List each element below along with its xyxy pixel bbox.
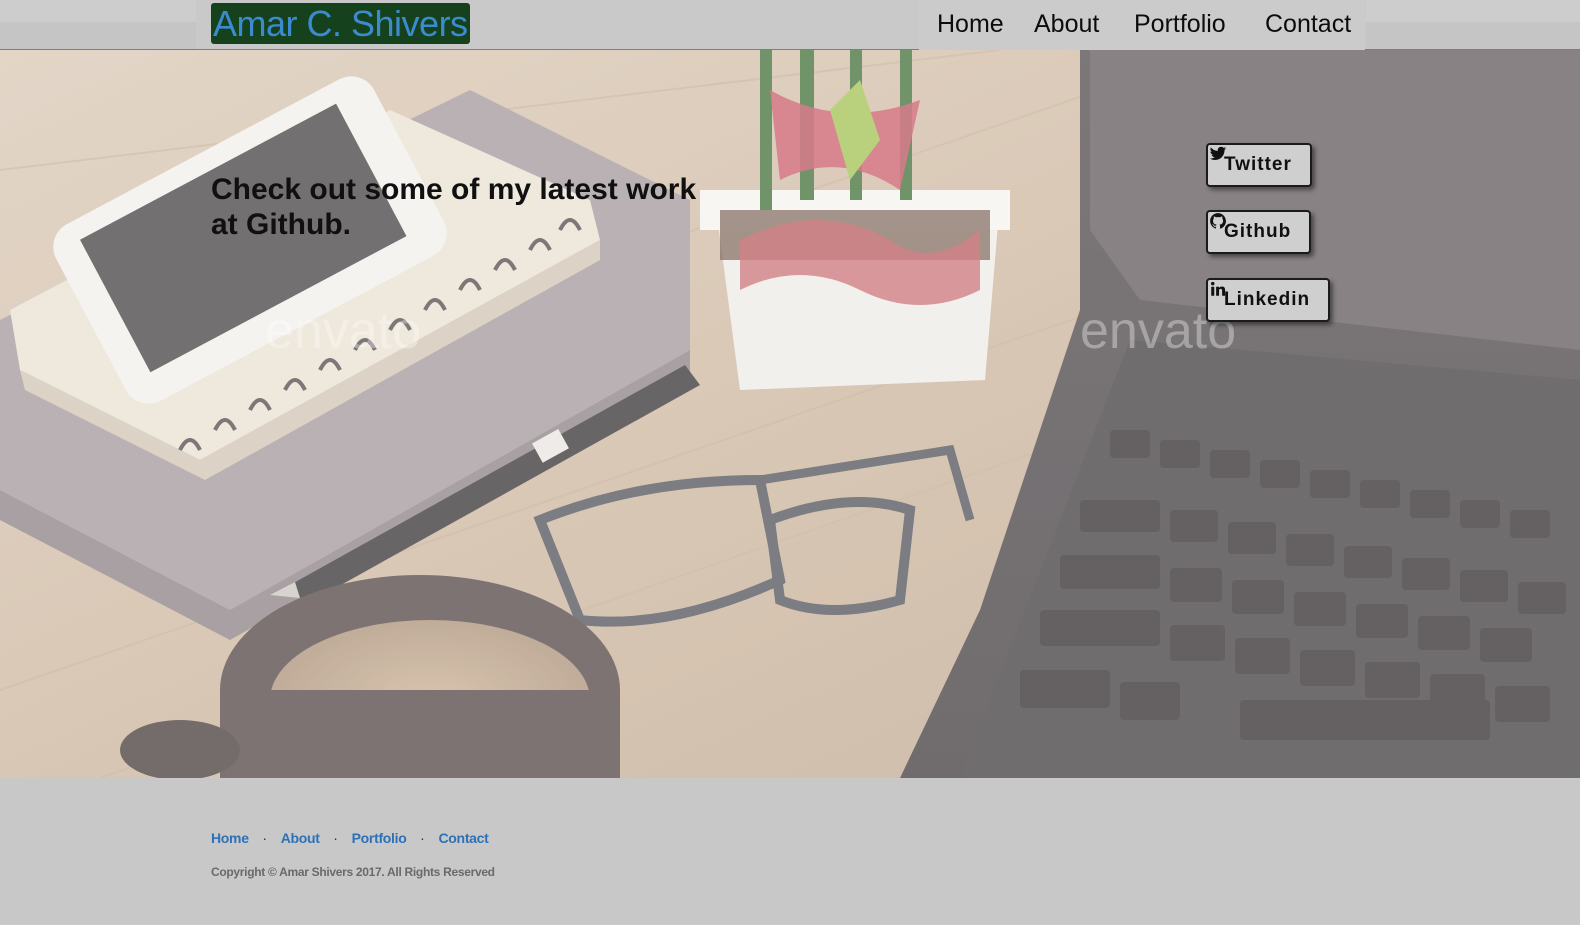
nav-link-home[interactable]: Home	[937, 7, 1004, 41]
footer-link-contact[interactable]: Contact	[439, 830, 489, 846]
github-button[interactable]: Github	[1206, 210, 1312, 254]
footer-separator: ·	[262, 830, 268, 846]
nav-link-portfolio[interactable]: Portfolio	[1134, 7, 1226, 41]
twitter-icon	[1209, 146, 1227, 160]
linkedin-icon	[1211, 281, 1226, 296]
github-button-label: Github	[1224, 221, 1292, 242]
footer-separator: ·	[420, 830, 425, 846]
hero-background-photo: envato envato	[0, 50, 1580, 778]
hero-section: envato envato Check out some of my lates…	[0, 50, 1580, 778]
copyright-text: Copyright © Amar Shivers 2017. All Right…	[211, 865, 495, 879]
nav-link-about[interactable]: About	[1034, 7, 1099, 41]
brand-logo-link[interactable]: Amar C. Shivers	[211, 3, 470, 44]
footer-separator: ·	[333, 830, 338, 846]
twitter-button[interactable]: Twitter	[1206, 143, 1312, 187]
twitter-button-label: Twitter	[1224, 154, 1292, 175]
linkedin-button[interactable]: Linkedin	[1206, 278, 1331, 322]
watermark-text: envato	[265, 302, 421, 360]
footer-link-portfolio[interactable]: Portfolio	[352, 830, 407, 846]
nav-link-contact[interactable]: Contact	[1265, 7, 1351, 41]
footer-link-home[interactable]: Home	[211, 830, 249, 846]
footer-nav: Home · About · Portfolio · Contact	[211, 830, 489, 846]
page-footer: Home · About · Portfolio · Contact Copyright ©…	[0, 778, 1580, 925]
github-icon	[1210, 213, 1226, 229]
hero-heading: Check out some of my latest work at Gith…	[211, 173, 697, 241]
footer-link-about[interactable]: About	[281, 830, 320, 846]
linkedin-button-label: Linkedin	[1224, 289, 1311, 310]
